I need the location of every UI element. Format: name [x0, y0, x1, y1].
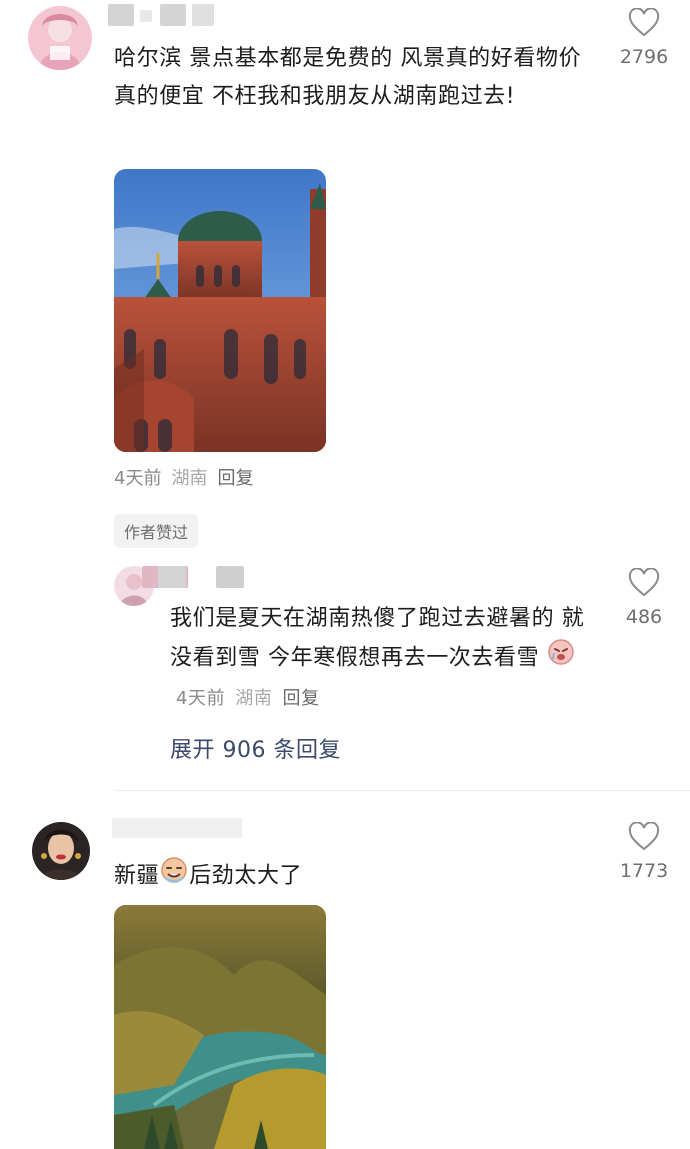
- like-button[interactable]: 2796: [609, 7, 679, 68]
- divider: [114, 790, 690, 791]
- location: 湖南: [235, 688, 273, 709]
- timestamp: 4天前: [114, 468, 162, 489]
- heart-icon: [628, 567, 660, 597]
- comment-image[interactable]: [114, 169, 326, 452]
- like-count: 486: [625, 606, 663, 628]
- expand-replies-button[interactable]: 展开 906 条回复: [170, 732, 341, 764]
- username: [192, 4, 214, 26]
- comment-text: 哈尔滨 景点基本都是免费的 风景真的好看物价真的便宜 不枉我和我朋友从湖南跑过去…: [114, 46, 582, 109]
- heart-icon: [628, 7, 660, 37]
- comment-image[interactable]: [114, 905, 326, 1149]
- reply-button[interactable]: 回复: [282, 688, 319, 709]
- heart-icon: [628, 821, 660, 851]
- comment-meta: 4天前 湖南 回复: [114, 464, 253, 490]
- username: [160, 4, 186, 26]
- reply-text-body: 我们是夏天在湖南热傻了跑过去避暑的 就没看到雪 今年寒假想再去一次去看雪: [170, 606, 585, 671]
- like-count: 1773: [619, 860, 669, 882]
- comment-text: 新疆 后劲太大了: [114, 856, 594, 897]
- username: [158, 566, 186, 588]
- username[interactable]: [108, 4, 134, 26]
- username: [140, 10, 152, 22]
- avatar[interactable]: [28, 6, 92, 70]
- username: [216, 566, 244, 588]
- like-button[interactable]: 486: [609, 567, 679, 628]
- author-liked-badge: 作者赞过: [114, 514, 199, 548]
- avatar[interactable]: [32, 822, 90, 880]
- reply-text: 我们是夏天在湖南热傻了跑过去避暑的 就没看到雪 今年寒假想再去一次去看雪 4天前…: [170, 600, 600, 718]
- comment-text-after: 后劲太大了: [189, 863, 303, 889]
- church-photo-icon: [114, 169, 326, 452]
- drooling-face-emoji-icon: [159, 856, 189, 897]
- reply-meta: 4天前 湖南 回复: [176, 688, 320, 709]
- username[interactable]: [112, 818, 242, 838]
- crying-face-emoji-icon: [547, 638, 575, 679]
- reply-button[interactable]: 回复: [217, 468, 253, 489]
- forest-lake-photo-icon: [114, 905, 326, 1149]
- location: 湖南: [171, 468, 208, 489]
- timestamp: 4天前: [176, 688, 226, 709]
- like-count: 2796: [619, 46, 669, 68]
- like-button[interactable]: 1773: [609, 821, 679, 882]
- comment-text-before: 新疆: [114, 863, 160, 889]
